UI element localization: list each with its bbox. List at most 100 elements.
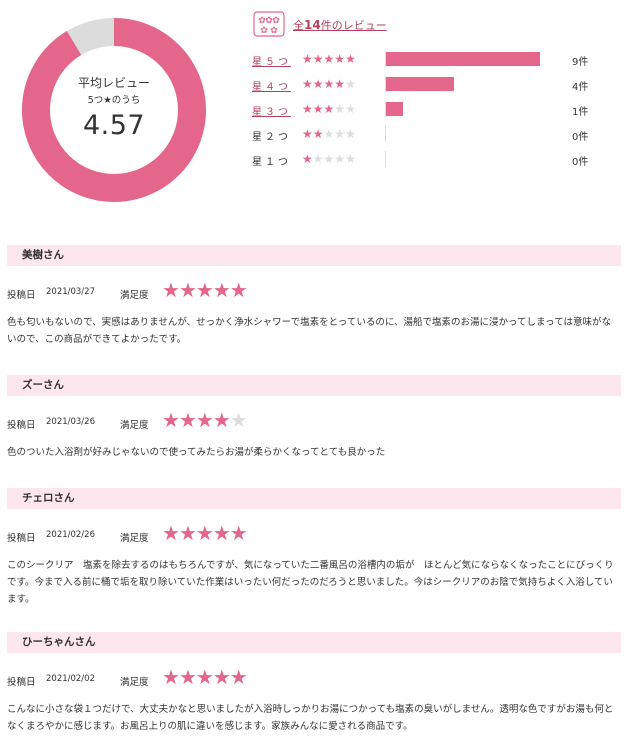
svg-text:✿: ✿ [270, 26, 278, 36]
total-prefix: 全 [293, 19, 304, 32]
breakdown-row: 星５つ ★★★★★ 9件 [250, 50, 620, 75]
star-filled-icon: ★ [334, 52, 346, 66]
star-filled-icon: ★ [334, 77, 346, 91]
star-filled-icon: ★ [178, 521, 197, 545]
star-empty-icon: ★ [323, 127, 335, 141]
breakdown-count: 1件 [572, 107, 589, 118]
star-filled-icon: ★ [312, 52, 324, 66]
star-filled-icon: ★ [162, 278, 180, 302]
star-filled-icon: ★ [178, 408, 197, 432]
breakdown-label[interactable]: 星４つ [252, 78, 291, 93]
review-meta: 投稿日 2021/02/26 満足度 ★★★★★ [7, 522, 621, 548]
review-item: 美樹さん投稿日 2021/03/27 満足度 ★★★★★ 色も匂いもないので、実感はあり… [7, 245, 621, 348]
breakdown-row: 星３つ ★★★★★ 1件 [250, 100, 620, 125]
star-filled-icon: ★ [195, 665, 214, 689]
star-filled-icon: ★ [162, 521, 180, 545]
star-filled-icon: ★ [323, 52, 335, 66]
star-empty-icon: ★ [334, 102, 346, 116]
star-filled-icon: ★ [302, 52, 313, 66]
breakdown-stars: ★★★★★ [302, 52, 356, 66]
star-empty-icon: ★ [334, 152, 346, 166]
satisfaction-stars: ★★★★★ [162, 665, 248, 689]
star-filled-icon: ★ [312, 77, 324, 91]
star-empty-icon: ★ [312, 152, 324, 166]
rating-breakdown: 星５つ ★★★★★ 9件 星４つ ★★★★★ 4件 星３つ ★★★★★ 1件 星２つ ★★★★★ 0件… [250, 50, 620, 175]
average-subtitle: 5つ★のうち [87, 95, 141, 106]
breakdown-stars: ★★★★★ [302, 152, 356, 166]
posted-date: 2021/03/26 [46, 417, 95, 427]
star-filled-icon: ★ [345, 52, 356, 66]
breakdown-bar [386, 102, 404, 116]
all-reviews-link[interactable]: 全14件のレビュー [293, 17, 387, 33]
breakdown-bar [386, 52, 540, 66]
star-filled-icon: ★ [178, 665, 197, 689]
breakdown-label[interactable]: 星３つ [252, 103, 291, 118]
breakdown-stars: ★★★★★ [302, 77, 356, 91]
star-filled-icon: ★ [212, 278, 231, 302]
star-empty-icon: ★ [334, 127, 346, 141]
posted-date-label: 投稿日 [7, 677, 36, 688]
reviewer-name: ズーさん [7, 375, 621, 396]
breakdown-count: 0件 [572, 157, 589, 168]
reviewer-name: ひーちゃんさん [7, 632, 621, 653]
review-meta: 投稿日 2021/03/26 満足度 ★★★★★ [7, 409, 621, 435]
total-suffix: 件のレビュー [320, 19, 387, 32]
star-filled-icon: ★ [302, 102, 313, 116]
reviewer-name: チェロさん [7, 488, 621, 509]
stars-badge-icon: ✿ ✿ ✿ ✿ ✿ [253, 11, 285, 37]
posted-date: 2021/02/26 [46, 530, 95, 540]
breakdown-label: 星２つ [252, 132, 291, 143]
review-text: こんなに小さな袋１つだけで、大丈夫かなと思いましたが入浴時しっかりお湯につかって… [7, 704, 614, 732]
star-filled-icon: ★ [212, 521, 231, 545]
donut-label: 平均レビュー 5つ★のうち 4.57 [22, 18, 206, 202]
review-item: チェロさん 投稿日 2021/02/26 満足度 ★★★★★ このシークリア 塩素を除去す… [7, 488, 621, 608]
average-title: 平均レビュー [77, 76, 150, 90]
breakdown-count: 9件 [572, 57, 589, 68]
satisfaction-label: 満足度 [120, 677, 149, 688]
posted-date-label: 投稿日 [7, 533, 36, 544]
posted-date: 2021/02/02 [46, 674, 95, 684]
breakdown-label: 星１つ [252, 157, 291, 168]
svg-text:✿: ✿ [260, 26, 268, 36]
review-text: 色のついた入浴剤が好みじゃないので使ってみたらお湯が柔らかくなってとても良かった [7, 447, 386, 458]
svg-text:✿: ✿ [272, 16, 280, 26]
breakdown-stars: ★★★★★ [302, 102, 356, 116]
review-meta: 投稿日 2021/02/02 満足度 ★★★★★ [7, 666, 621, 692]
star-filled-icon: ★ [229, 521, 248, 545]
breakdown-track [385, 151, 386, 167]
breakdown-row: 星１つ ★★★★★ 0件 [250, 150, 620, 175]
star-filled-icon: ★ [323, 77, 335, 91]
star-empty-icon: ★ [345, 127, 356, 141]
star-filled-icon: ★ [302, 152, 313, 166]
rating-summary: 平均レビュー 5つ★のうち 4.57 ✿ ✿ ✿ ✿ ✿ 全14件のレビュー 星… [0, 0, 624, 232]
star-filled-icon: ★ [212, 665, 231, 689]
star-filled-icon: ★ [302, 127, 313, 141]
satisfaction-stars: ★★★★★ [162, 408, 248, 432]
review-item: ズーさん 投稿日 2021/03/26 満足度 ★★★★★ 色のついた入浴剤が好みじゃない… [7, 375, 621, 461]
satisfaction-label: 満足度 [120, 420, 149, 431]
star-filled-icon: ★ [312, 102, 324, 116]
star-filled-icon: ★ [195, 278, 214, 302]
breakdown-track [385, 126, 386, 142]
star-filled-icon: ★ [229, 278, 248, 302]
posted-date-label: 投稿日 [7, 290, 36, 301]
average-value: 4.57 [82, 110, 146, 141]
review-meta: 投稿日 2021/03/27 満足度 ★★★★★ [7, 279, 621, 305]
reviewer-name: 美樹さん [7, 245, 621, 266]
breakdown-stars: ★★★★★ [302, 127, 356, 141]
star-filled-icon: ★ [229, 665, 248, 689]
star-filled-icon: ★ [312, 127, 324, 141]
breakdown-bar [386, 77, 455, 91]
breakdown-count: 0件 [572, 132, 589, 143]
breakdown-count: 4件 [572, 82, 589, 93]
satisfaction-label: 満足度 [120, 533, 149, 544]
star-empty-icon: ★ [229, 408, 248, 432]
star-filled-icon: ★ [162, 665, 180, 689]
breakdown-row: 星４つ ★★★★★ 4件 [250, 75, 620, 100]
star-filled-icon: ★ [302, 77, 313, 91]
satisfaction-stars: ★★★★★ [162, 521, 248, 545]
breakdown-label[interactable]: 星５つ [252, 53, 291, 68]
review-text: 色も匂いもないので、実感はありませんが、せっかく浄水シャワーで塩素をとっているの… [7, 317, 612, 345]
star-empty-icon: ★ [323, 152, 335, 166]
star-empty-icon: ★ [345, 77, 356, 91]
